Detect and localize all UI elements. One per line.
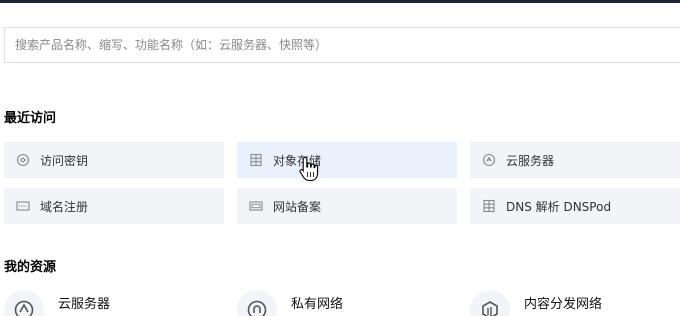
- resource-item-cdn[interactable]: 内容分发网络: [470, 288, 602, 316]
- recent-item-access-key[interactable]: 访问密钥: [4, 142, 224, 178]
- resource-item-label: 云服务器: [58, 297, 111, 312]
- recent-item-label: 云服务器: [506, 153, 555, 168]
- search-input[interactable]: [5, 28, 680, 62]
- dns-icon: [481, 198, 497, 214]
- server-icon: [4, 290, 44, 316]
- search-box[interactable]: [4, 27, 680, 63]
- storage-icon: [248, 152, 264, 168]
- recent-item-object-storage[interactable]: 对象存储: [237, 142, 457, 178]
- resource-item-cvm[interactable]: 云服务器: [4, 288, 110, 316]
- domain-icon: [15, 198, 31, 214]
- vpc-icon: [237, 290, 277, 316]
- resource-item-label: 私有网络: [291, 297, 344, 312]
- top-bar: [0, 0, 680, 3]
- resource-item-label: 内容分发网络: [524, 297, 603, 312]
- recent-item-label: 访问密钥: [40, 153, 89, 168]
- icp-icon: [248, 198, 264, 214]
- recent-item-cvm[interactable]: 云服务器: [470, 142, 680, 178]
- server-icon: [481, 152, 497, 168]
- recent-item-label: 网站备案: [273, 199, 322, 214]
- recent-section-title: 最近访问: [4, 111, 57, 126]
- resources-section-title: 我的资源: [4, 260, 57, 275]
- recent-item-label: DNS 解析 DNSPod: [506, 199, 612, 214]
- resource-item-vpc[interactable]: 私有网络: [237, 288, 343, 316]
- key-icon: [15, 152, 31, 168]
- recent-item-icp-filing[interactable]: 网站备案: [237, 188, 457, 224]
- recent-item-label: 对象存储: [273, 153, 322, 168]
- recent-item-label: 域名注册: [40, 199, 89, 214]
- recent-item-domain-registration[interactable]: 域名注册: [4, 188, 224, 224]
- cdn-icon: [470, 290, 510, 316]
- recent-item-dnspod[interactable]: DNS 解析 DNSPod: [470, 188, 680, 224]
